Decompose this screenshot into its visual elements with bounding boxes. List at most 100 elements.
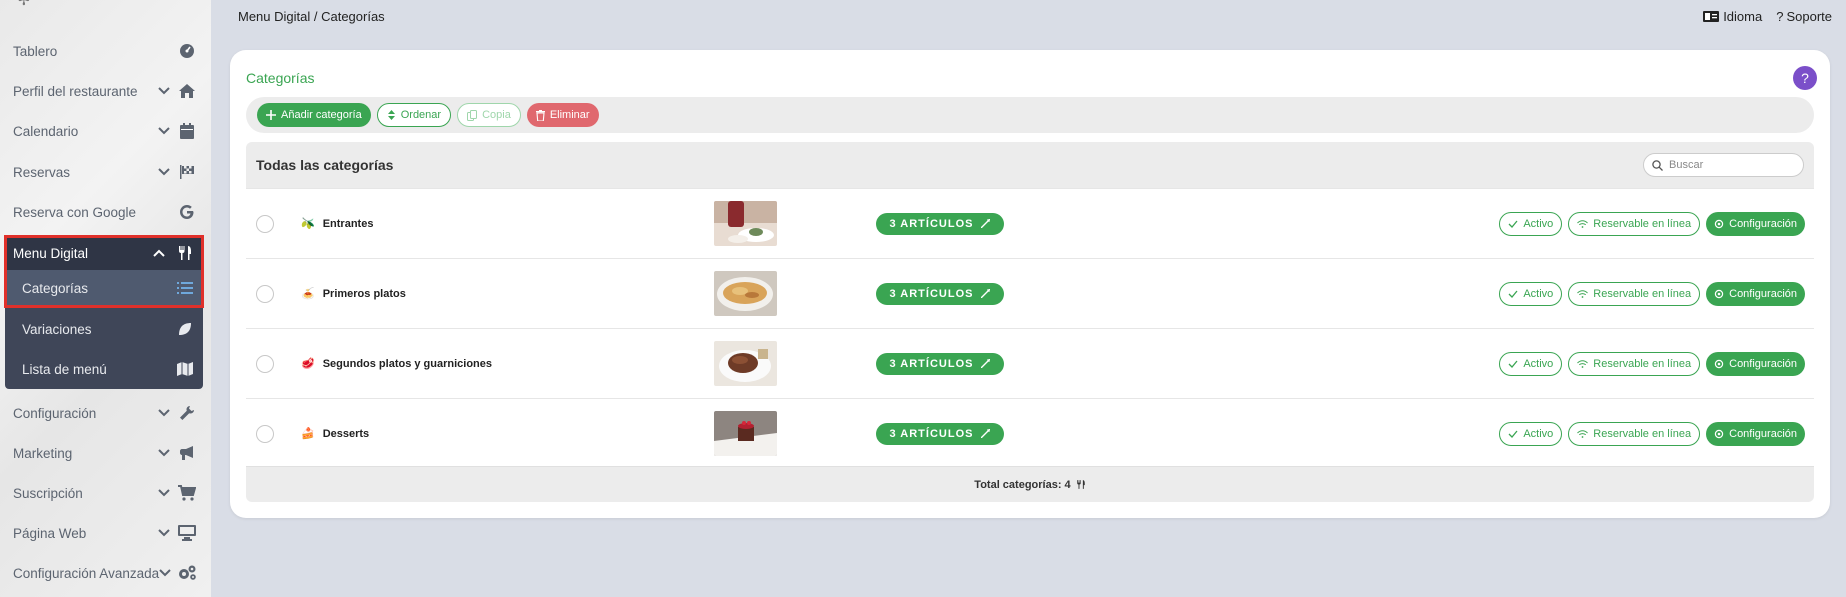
configuration-button[interactable]: Configuración (1706, 281, 1805, 306)
table-row: 🥩 Segundos platos y guarniciones 3 ARTÍC… (246, 328, 1814, 398)
gear-icon (1714, 289, 1729, 299)
configuration-button[interactable]: Configuración (1706, 211, 1805, 236)
sidebar-subitem-label: Variaciones (22, 321, 92, 337)
sidebar-item-suscripcion[interactable]: Suscripción (0, 475, 205, 511)
categories-card: Categorías ? Añadir categoría Ordenar Co… (230, 50, 1830, 518)
cake-icon: 🍰 (301, 428, 315, 440)
row-select-radio[interactable] (256, 424, 274, 443)
wifi-icon (1577, 359, 1593, 368)
language-link[interactable]: Idioma (1703, 9, 1762, 24)
bookable-label: Reservable en línea (1593, 427, 1692, 440)
sidebar-item-reserva-google[interactable]: Reserva con Google (0, 194, 205, 230)
sidebar-item-label: Calendario (13, 123, 79, 139)
copy-label: Copia (482, 109, 511, 121)
articles-button[interactable]: 3 ARTÍCULOS (876, 422, 1004, 445)
row-select-radio[interactable] (256, 354, 274, 373)
wrench-icon (973, 429, 991, 438)
chevron-down-icon (157, 84, 171, 98)
support-label: Soporte (1786, 8, 1832, 24)
table-title: Todas las categorías (256, 157, 394, 173)
sidebar-item-label: Suscripción (13, 485, 83, 501)
sidebar-item-label: Configuración Avanzada (13, 565, 160, 581)
sidebar-subitem-variaciones[interactable]: Variaciones (5, 311, 203, 347)
configuration-label: Configuración (1729, 357, 1797, 370)
active-label: Activo (1523, 427, 1554, 440)
question-icon: ? (1776, 8, 1784, 24)
configuration-button[interactable]: Configuración (1706, 421, 1805, 446)
cart-icon (177, 483, 197, 503)
articles-button[interactable]: 3 ARTÍCULOS (876, 212, 1004, 235)
logo-icon: ✢ (18, 0, 30, 8)
sidebar-subitem-lista-menu[interactable]: Lista de menú (5, 351, 203, 387)
active-toggle-button[interactable]: Activo (1499, 351, 1563, 376)
add-category-button[interactable]: Añadir categoría (257, 103, 371, 127)
search-field[interactable] (1643, 153, 1804, 177)
chevron-down-icon (157, 124, 171, 138)
active-toggle-button[interactable]: Activo (1499, 421, 1563, 446)
cogs-icon (177, 563, 197, 583)
sidebar-item-reservas[interactable]: Reservas (0, 154, 205, 190)
category-name: 🍰 Desserts (301, 427, 370, 441)
table-row: 🍝 Primeros platos 3 ARTÍCULOS Activo Res… (246, 258, 1814, 328)
configuration-button[interactable]: Configuración (1706, 351, 1805, 376)
row-select-radio[interactable] (256, 214, 274, 233)
sidebar-item-tablero[interactable]: Tablero (0, 33, 205, 69)
wrench-icon (177, 403, 197, 423)
sidebar-item-label: Configuración (13, 405, 97, 421)
sidebar-item-pagina-web[interactable]: Página Web (0, 515, 205, 551)
configuration-label: Configuración (1729, 287, 1797, 300)
copy-button[interactable]: Copia (457, 103, 521, 127)
monitor-icon (177, 523, 197, 543)
gear-icon (1714, 429, 1729, 439)
sidebar-item-calendario[interactable]: Calendario (0, 113, 205, 149)
bookable-online-button[interactable]: Reservable en línea (1568, 351, 1701, 376)
articles-button[interactable]: 3 ARTÍCULOS (876, 352, 1004, 375)
bookable-online-button[interactable]: Reservable en línea (1568, 421, 1701, 446)
utensils-icon (1071, 479, 1086, 490)
sidebar-item-perfil[interactable]: Perfil del restaurante (0, 73, 205, 109)
order-button[interactable]: Ordenar (376, 103, 452, 127)
category-thumbnail (714, 411, 777, 456)
help-button[interactable]: ? (1793, 66, 1817, 90)
sidebar-item-configuracion[interactable]: Configuración (0, 395, 205, 431)
category-thumbnail (714, 271, 777, 316)
chevron-down-icon (157, 406, 171, 420)
wrench-icon (973, 219, 991, 228)
copy-icon (467, 109, 482, 121)
sidebar-item-label: Perfil del restaurante (13, 83, 138, 99)
category-thumbnail (714, 341, 777, 386)
page-title: Categorías (246, 70, 315, 86)
breadcrumb: Menu Digital / Categorías (238, 8, 385, 24)
category-name: 🍝 Primeros platos (301, 287, 406, 301)
articles-label: 3 ARTÍCULOS (889, 217, 974, 230)
row-select-radio[interactable] (256, 284, 274, 303)
leaf-icon (175, 319, 195, 339)
search-input[interactable] (1669, 159, 1789, 171)
category-name-label: Desserts (322, 427, 370, 440)
megaphone-icon (177, 443, 197, 463)
sidebar-item-label: Reserva con Google (13, 204, 137, 220)
articles-button[interactable]: 3 ARTÍCULOS (876, 282, 1004, 305)
sidebar-subitem-label: Categorías (22, 280, 89, 296)
flag-checkered-icon (177, 162, 197, 182)
articles-label: 3 ARTÍCULOS (889, 357, 974, 370)
check-icon (1508, 430, 1523, 438)
google-icon (177, 202, 197, 222)
delete-button[interactable]: Eliminar (526, 103, 599, 127)
sidebar-subitem-categorias[interactable]: Categorías (5, 270, 203, 306)
sidebar-item-marketing[interactable]: Marketing (0, 435, 205, 471)
bookable-label: Reservable en línea (1593, 357, 1692, 370)
support-link[interactable]: ? Soporte (1776, 9, 1832, 24)
sidebar-item-config-avanzada[interactable]: Configuración Avanzada (0, 555, 205, 591)
articles-label: 3 ARTÍCULOS (889, 287, 974, 300)
chevron-down-icon (157, 446, 171, 460)
map-icon (175, 359, 195, 379)
table-header: Todas las categorías (246, 142, 1814, 188)
sidebar-item-label: Marketing (13, 445, 73, 461)
bookable-online-button[interactable]: Reservable en línea (1568, 211, 1701, 236)
active-toggle-button[interactable]: Activo (1499, 281, 1563, 306)
pasta-icon: 🍝 (301, 288, 315, 300)
sidebar-item-menu-digital[interactable]: Menu Digital (5, 236, 203, 270)
bookable-online-button[interactable]: Reservable en línea (1568, 281, 1701, 306)
active-toggle-button[interactable]: Activo (1499, 211, 1563, 236)
